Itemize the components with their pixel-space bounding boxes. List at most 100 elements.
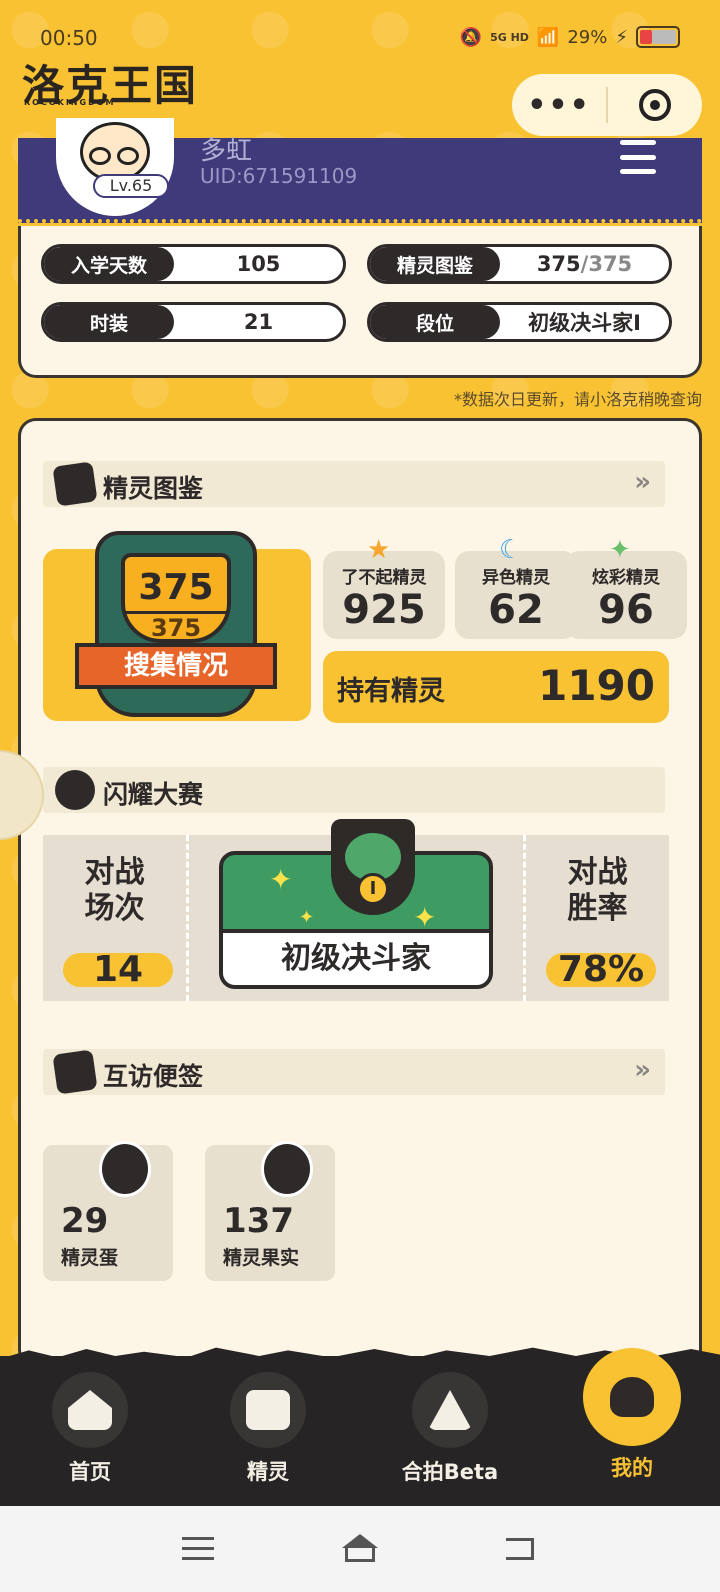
- nav-home[interactable]: 首页: [30, 1372, 150, 1486]
- more-options-button[interactable]: •••: [512, 88, 606, 123]
- avatar-face: [80, 122, 150, 182]
- nav-mine[interactable]: 我的: [572, 1348, 692, 1482]
- section-title: 精灵图鉴: [103, 474, 204, 503]
- avatar[interactable]: [56, 118, 174, 216]
- stat-value: 21: [243, 310, 274, 334]
- section-title: 闪耀大赛: [103, 780, 204, 809]
- stat-rank: 段位 初级决斗家Ⅰ: [367, 302, 672, 342]
- compass-icon: [55, 770, 95, 810]
- nav-label: 首页: [69, 1460, 111, 1484]
- section-visit-header[interactable]: 互访便签 »: [43, 1049, 665, 1095]
- owned-spirits-card[interactable]: 持有精灵 1190: [323, 651, 669, 723]
- nickname: 多虹: [200, 136, 253, 166]
- section-dex-header[interactable]: 精灵图鉴 »: [43, 461, 665, 507]
- collected-count: 375: [138, 567, 214, 608]
- backpack-icon: [230, 1372, 306, 1448]
- great-spirits-card: ★ 了不起精灵 925: [323, 535, 445, 639]
- eggs-value: 29: [61, 1201, 109, 1241]
- nav-label: 合拍Beta: [401, 1460, 499, 1484]
- fruits-label: 精灵果实: [223, 1247, 300, 1269]
- stat-label: 精灵图鉴: [370, 247, 500, 281]
- stat-label: 段位: [370, 305, 500, 339]
- section-title: 互访便签: [103, 1062, 204, 1091]
- chevron-right-icon[interactable]: »: [634, 1055, 651, 1085]
- nav-photo[interactable]: 合拍Beta: [390, 1372, 510, 1486]
- chevron-right-icon[interactable]: »: [634, 467, 651, 497]
- bottom-nav: 首页 精灵 合拍Beta 我的: [0, 1347, 720, 1506]
- app-logo-subtitle: ROCOKINGDOM: [24, 98, 116, 107]
- card-label: 了不起精灵: [341, 568, 427, 588]
- battery-text: 29%: [567, 26, 608, 48]
- owned-value: 1190: [538, 661, 655, 710]
- status-time: 00:50: [40, 26, 98, 50]
- eggs-card: 29 精灵蛋: [43, 1141, 173, 1281]
- winrate-value: 78%: [546, 952, 656, 988]
- profile-header: Lv.65 多虹 UID:671591109: [18, 118, 702, 223]
- nav-label: 我的: [611, 1456, 653, 1480]
- stat-label: 入学天数: [44, 247, 174, 281]
- trophy-icon: 375 375: [121, 553, 231, 643]
- winrate-panel: 对战胜率 78%: [523, 835, 669, 1001]
- status-icons: 🔕 5G HD 📶 29% ⚡: [460, 26, 680, 48]
- nav-spirits[interactable]: 精灵: [208, 1372, 328, 1486]
- fruits-value: 137: [223, 1201, 294, 1241]
- rank-shield-icon: Ⅰ: [331, 819, 415, 915]
- home-icon: [52, 1372, 128, 1448]
- winrate-label: 对战胜率: [567, 855, 628, 926]
- stat-value: 105: [236, 252, 281, 276]
- section-battle-header: 闪耀大赛: [43, 767, 665, 813]
- home-button[interactable]: [340, 1530, 380, 1570]
- multi-star-icon: ✦: [609, 535, 631, 565]
- notes-icon: [52, 1049, 98, 1095]
- ai-icon: [412, 1372, 488, 1448]
- menu-icon[interactable]: [620, 140, 656, 174]
- stat-dex: 精灵图鉴 375/375: [367, 244, 672, 284]
- update-note: *数据次日更新，请小洛克稍晚查询: [453, 390, 702, 409]
- stat-value: 375/375: [500, 252, 669, 276]
- sparkle-icon: ✦: [299, 907, 315, 928]
- collection-total: 375: [125, 611, 227, 642]
- recent-apps-button[interactable]: [178, 1530, 218, 1570]
- charging-icon: ⚡: [615, 26, 628, 48]
- owned-label: 持有精灵: [337, 676, 445, 707]
- mute-icon: 🔕: [459, 26, 483, 48]
- stat-costume: 时装 21: [41, 302, 346, 342]
- matches-value: 14: [63, 952, 173, 988]
- star-icon: ★: [367, 535, 391, 565]
- collection-box[interactable]: 375 375 搜集情况: [43, 531, 311, 721]
- battle-stats: 对战场次 14 ✦ ✦ ✦ 初级决斗家 Ⅰ 对战胜率 78%: [43, 819, 669, 1001]
- stat-value: 初级决斗家Ⅰ: [528, 311, 641, 335]
- wifi-icon: 📶: [536, 26, 560, 48]
- stat-label: 时装: [44, 305, 174, 339]
- profile-icon: [583, 1348, 681, 1446]
- moon-icon: ☾: [499, 535, 523, 565]
- user-uid: UID:671591109: [200, 164, 358, 188]
- target-icon: [639, 89, 671, 121]
- main-card: 精灵图鉴 » 375 375 搜集情况 ★ 了不起精灵 925 ☾ 异色精灵 6…: [18, 418, 702, 1368]
- card-value: 96: [598, 587, 654, 633]
- dex-count: 375: [536, 252, 581, 276]
- card-label: 异色精灵: [482, 568, 550, 588]
- rank-title: 初级决斗家: [223, 929, 489, 985]
- mini-program-capsule: •••: [512, 74, 702, 136]
- dex-total: /375: [580, 252, 633, 276]
- sparkle-icon: ✦: [269, 863, 293, 896]
- book-icon: [52, 461, 98, 507]
- shiny-spirits-card: ☾ 异色精灵 62: [455, 535, 577, 639]
- system-nav-bar: [0, 1506, 720, 1592]
- stats-card: 入学天数 105 精灵图鉴 375/375 时装 21 段位 初级决斗家Ⅰ: [18, 226, 702, 378]
- fruits-card: 137 精灵果实: [205, 1141, 335, 1281]
- card-value: 925: [342, 587, 426, 633]
- collection-badge: 375 375 搜集情况: [75, 531, 277, 717]
- nav-label: 精灵: [247, 1460, 289, 1484]
- eggs-label: 精灵蛋: [61, 1247, 119, 1269]
- colorful-spirits-card: ✦ 炫彩精灵 96: [565, 535, 687, 639]
- egg-icon: [99, 1141, 151, 1197]
- close-program-button[interactable]: [608, 89, 702, 121]
- card-label: 炫彩精灵: [592, 568, 660, 588]
- level-badge: Lv.65: [93, 174, 169, 198]
- collection-ribbon: 搜集情况: [75, 643, 277, 689]
- battery-icon: [636, 26, 680, 48]
- back-button[interactable]: [500, 1530, 540, 1570]
- acorn-icon: [261, 1141, 313, 1197]
